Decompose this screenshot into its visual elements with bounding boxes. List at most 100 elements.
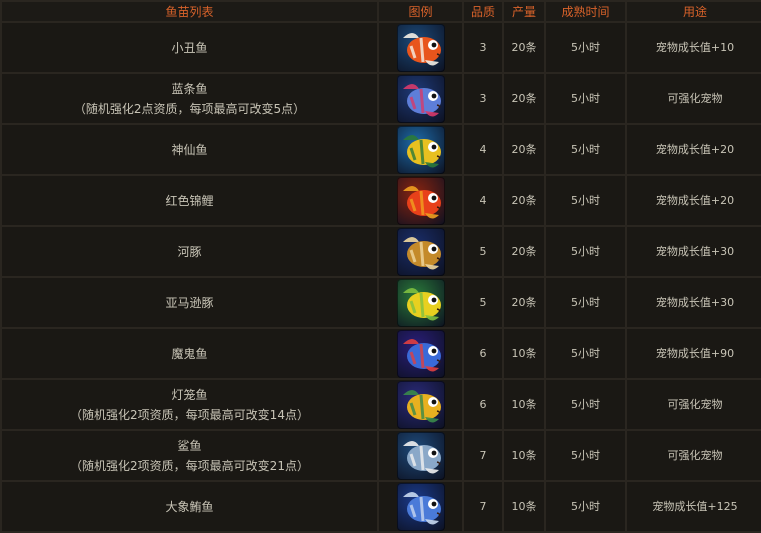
fish-maturity-time: 5小时 bbox=[546, 74, 625, 123]
fish-use: 宠物成长值+20 bbox=[627, 125, 761, 174]
fish-quality: 6 bbox=[464, 329, 502, 378]
lanternfish-icon bbox=[396, 380, 445, 429]
devil-ray-icon bbox=[396, 329, 445, 378]
fish-yield: 20条 bbox=[504, 23, 544, 72]
fish-name-cell: 亚马逊豚 bbox=[2, 278, 377, 327]
fish-yield: 20条 bbox=[504, 278, 544, 327]
fish-name-cell: 蓝条鱼 （随机强化2点资质，每项最高可改变5点） bbox=[2, 74, 377, 123]
fish-quality: 4 bbox=[464, 176, 502, 225]
fish-icon-cell bbox=[379, 23, 462, 72]
fish-quality: 7 bbox=[464, 482, 502, 531]
fish-yield: 20条 bbox=[504, 74, 544, 123]
fish-name: 灯笼鱼 bbox=[171, 387, 208, 402]
fish-name: 蓝条鱼 bbox=[171, 81, 208, 96]
fish-maturity-time: 5小时 bbox=[546, 380, 625, 429]
fish-name: 小丑鱼 bbox=[171, 40, 208, 55]
fish-quality: 7 bbox=[464, 431, 502, 480]
fish-name: 河豚 bbox=[177, 244, 202, 259]
header-use: 用途 bbox=[627, 2, 761, 21]
fish-icon-cell bbox=[379, 329, 462, 378]
fish-name: 红色锦鲤 bbox=[165, 193, 214, 208]
table-row: 蓝条鱼 （随机强化2点资质，每项最高可改变5点） 3 20条 5小时 可强化宠物 bbox=[2, 74, 761, 123]
table-row: 魔鬼鱼 6 10条 5小时 宠物成长值+90 bbox=[2, 329, 761, 378]
fish-use: 可强化宠物 bbox=[627, 380, 761, 429]
fish-use: 宠物成长值+30 bbox=[627, 278, 761, 327]
fish-fry-table: 鱼苗列表 图例 品质 产量 成熟时间 用途 小丑鱼 3 20条 5小时 宠物成长值+10… bbox=[0, 0, 761, 533]
fish-use: 宠物成长值+20 bbox=[627, 176, 761, 225]
header-icon: 图例 bbox=[379, 2, 462, 21]
elephant-tuna-icon bbox=[396, 482, 445, 531]
header-yield: 产量 bbox=[504, 2, 544, 21]
fish-name-cell: 大象鲔鱼 bbox=[2, 482, 377, 531]
fish-maturity-time: 5小时 bbox=[546, 278, 625, 327]
fish-maturity-time: 5小时 bbox=[546, 23, 625, 72]
table-row: 鲨鱼 （随机强化2项资质，每项最高可改变21点） 7 10条 5小时 可强化宠物 bbox=[2, 431, 761, 480]
fish-use: 宠物成长值+10 bbox=[627, 23, 761, 72]
fish-use: 宠物成长值+30 bbox=[627, 227, 761, 276]
fish-name: 魔鬼鱼 bbox=[171, 346, 208, 361]
fish-name: 神仙鱼 bbox=[171, 142, 208, 157]
fish-maturity-time: 5小时 bbox=[546, 125, 625, 174]
table-header-row: 鱼苗列表 图例 品质 产量 成熟时间 用途 bbox=[2, 2, 761, 21]
table-row: 大象鲔鱼 7 10条 5小时 宠物成长值+125 bbox=[2, 482, 761, 531]
header-fish-list: 鱼苗列表 bbox=[2, 2, 377, 21]
fish-yield: 10条 bbox=[504, 431, 544, 480]
fish-name-cell: 小丑鱼 bbox=[2, 23, 377, 72]
shark-icon bbox=[396, 431, 445, 480]
clownfish-icon bbox=[396, 23, 445, 72]
fish-name-cell: 魔鬼鱼 bbox=[2, 329, 377, 378]
fish-use: 可强化宠物 bbox=[627, 74, 761, 123]
pufferfish-icon bbox=[396, 227, 445, 276]
table-row: 河豚 5 20条 5小时 宠物成长值+30 bbox=[2, 227, 761, 276]
fish-maturity-time: 5小时 bbox=[546, 227, 625, 276]
fish-quality: 3 bbox=[464, 74, 502, 123]
red-koi-icon bbox=[396, 176, 445, 225]
fish-yield: 20条 bbox=[504, 176, 544, 225]
fish-name: 大象鲔鱼 bbox=[165, 499, 214, 514]
fish-use: 可强化宠物 bbox=[627, 431, 761, 480]
blue-striped-fish-icon bbox=[396, 74, 445, 123]
fish-icon-cell bbox=[379, 482, 462, 531]
fish-quality: 3 bbox=[464, 23, 502, 72]
header-quality: 品质 bbox=[464, 2, 502, 21]
table-row: 神仙鱼 4 20条 5小时 宠物成长值+20 bbox=[2, 125, 761, 174]
fish-maturity-time: 5小时 bbox=[546, 482, 625, 531]
fish-note: （随机强化2点资质，每项最高可改变5点） bbox=[73, 101, 306, 116]
amazon-puffer-icon bbox=[396, 278, 445, 327]
fish-use: 宠物成长值+125 bbox=[627, 482, 761, 531]
fish-icon-cell bbox=[379, 125, 462, 174]
fish-icon-cell bbox=[379, 431, 462, 480]
table-row: 小丑鱼 3 20条 5小时 宠物成长值+10 bbox=[2, 23, 761, 72]
fish-maturity-time: 5小时 bbox=[546, 329, 625, 378]
fish-quality: 5 bbox=[464, 227, 502, 276]
table-row: 红色锦鲤 4 20条 5小时 宠物成长值+20 bbox=[2, 176, 761, 225]
fish-icon-cell bbox=[379, 278, 462, 327]
header-maturity-time: 成熟时间 bbox=[546, 2, 625, 21]
fish-quality: 4 bbox=[464, 125, 502, 174]
fish-name-cell: 灯笼鱼 （随机强化2项资质，每项最高可改变14点） bbox=[2, 380, 377, 429]
fish-yield: 20条 bbox=[504, 125, 544, 174]
fish-name-cell: 河豚 bbox=[2, 227, 377, 276]
fish-icon-cell bbox=[379, 380, 462, 429]
angelfish-icon bbox=[396, 125, 445, 174]
fish-maturity-time: 5小时 bbox=[546, 176, 625, 225]
table-row: 亚马逊豚 5 20条 5小时 宠物成长值+30 bbox=[2, 278, 761, 327]
fish-icon-cell bbox=[379, 227, 462, 276]
fish-name-cell: 红色锦鲤 bbox=[2, 176, 377, 225]
fish-name: 亚马逊豚 bbox=[165, 295, 214, 310]
fish-note: （随机强化2项资质，每项最高可改变14点） bbox=[70, 407, 309, 422]
fish-name-cell: 鲨鱼 （随机强化2项资质，每项最高可改变21点） bbox=[2, 431, 377, 480]
fish-quality: 6 bbox=[464, 380, 502, 429]
fish-yield: 10条 bbox=[504, 380, 544, 429]
fish-name-cell: 神仙鱼 bbox=[2, 125, 377, 174]
fish-yield: 10条 bbox=[504, 482, 544, 531]
fish-maturity-time: 5小时 bbox=[546, 431, 625, 480]
fish-name: 鲨鱼 bbox=[177, 438, 202, 453]
table-row: 灯笼鱼 （随机强化2项资质，每项最高可改变14点） 6 10条 5小时 可强化宠物 bbox=[2, 380, 761, 429]
fish-icon-cell bbox=[379, 176, 462, 225]
fish-note: （随机强化2项资质，每项最高可改变21点） bbox=[70, 458, 309, 473]
fish-yield: 20条 bbox=[504, 227, 544, 276]
fish-use: 宠物成长值+90 bbox=[627, 329, 761, 378]
fish-quality: 5 bbox=[464, 278, 502, 327]
fish-yield: 10条 bbox=[504, 329, 544, 378]
